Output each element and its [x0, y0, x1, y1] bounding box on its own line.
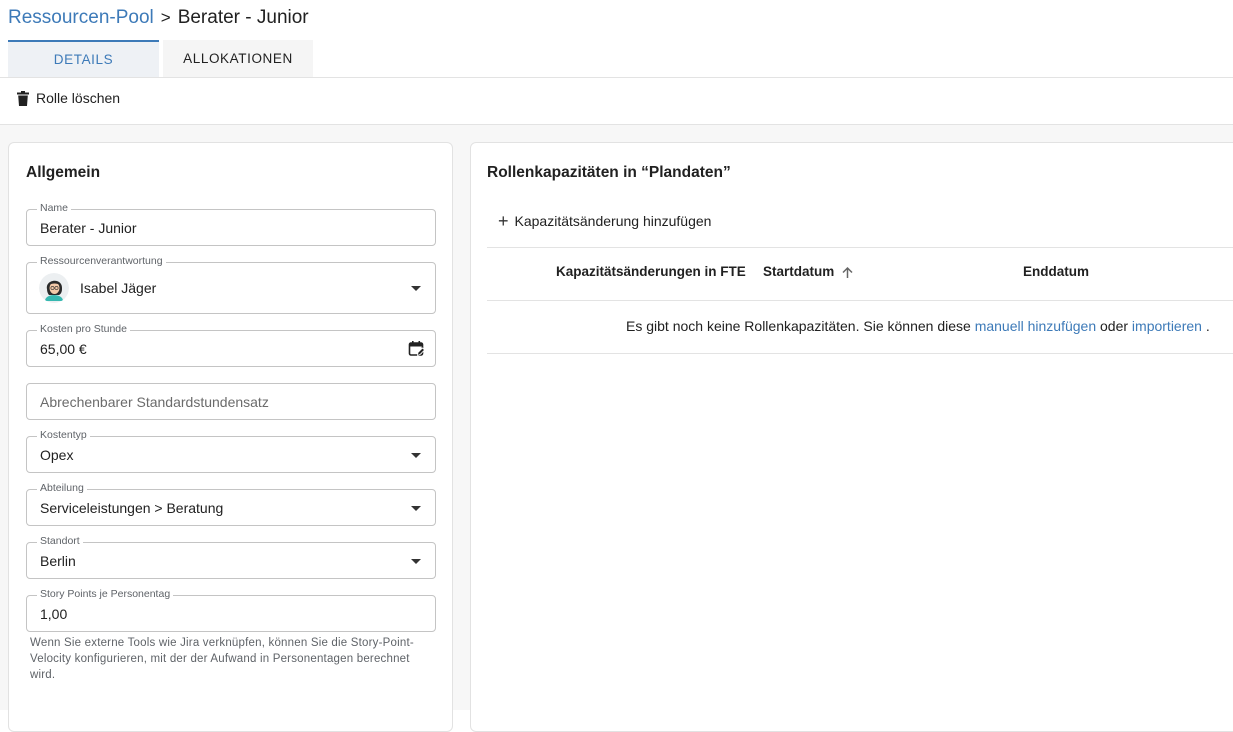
chevron-down-icon: [411, 559, 421, 564]
avatar: [39, 273, 69, 303]
manual-add-link[interactable]: manuell hinzufügen: [975, 318, 1096, 334]
capacities-card-title: Rollenkapazitäten in “Plandaten”: [487, 164, 731, 181]
department-select[interactable]: Abteilung Serviceleistungen > Beratung: [26, 482, 436, 526]
page-header: Ressourcen-Pool > Berater - Junior DETAI…: [0, 0, 1233, 125]
location-label: Standort: [37, 535, 83, 547]
add-capacity-change-label: Kapazitätsänderung hinzufügen: [514, 213, 712, 229]
breadcrumb-separator: >: [160, 8, 171, 27]
owner-select-value: Isabel Jäger: [80, 280, 157, 296]
cost-type-value: Opex: [40, 447, 74, 463]
calendar-edit-icon[interactable]: [408, 340, 425, 357]
department-label: Abteilung: [37, 482, 87, 494]
story-points-field[interactable]: Story Points je Personentag 1,00: [26, 588, 436, 632]
name-field-value: Berater - Junior: [40, 220, 137, 236]
breadcrumb-parent-link[interactable]: Ressourcen-Pool: [8, 7, 154, 29]
delete-role-button[interactable]: Rolle löschen: [16, 90, 120, 106]
cost-type-select[interactable]: Kostentyp Opex: [26, 429, 436, 473]
tab-divider: [0, 77, 1233, 78]
owner-select-label: Ressourcenverantwortung: [37, 255, 166, 267]
empty-state-period: .: [1205, 318, 1210, 334]
cost-per-hour-field[interactable]: Kosten pro Stunde 65,00 €: [26, 323, 436, 367]
empty-state-text: Es gibt noch keine Rollenkapazitäten. Si…: [626, 318, 971, 334]
column-header-fte[interactable]: Kapazitätsänderungen in FTE: [556, 264, 746, 279]
capacities-card: Rollenkapazitäten in “Plandaten” + Kapaz…: [470, 142, 1233, 732]
location-select[interactable]: Standort Berlin: [26, 535, 436, 579]
cost-per-hour-label: Kosten pro Stunde: [37, 323, 130, 335]
tab-bar: DETAILS ALLOKATIONEN: [8, 40, 313, 77]
breadcrumb-current: Berater - Junior: [177, 7, 309, 28]
billable-rate-field[interactable]: Abrechenbarer Standardstundensatz: [26, 383, 436, 420]
column-header-startdatum[interactable]: Startdatum: [763, 264, 834, 279]
empty-state-or: oder: [1100, 318, 1129, 334]
story-points-helper-text: Wenn Sie externe Tools wie Jira verknüpf…: [30, 637, 414, 681]
column-header-enddatum[interactable]: Enddatum: [1023, 264, 1089, 279]
chevron-down-icon: [411, 506, 421, 511]
name-field-label: Name: [37, 202, 72, 214]
department-value: Serviceleistungen > Beratung: [40, 500, 224, 516]
chevron-down-icon: [411, 286, 421, 291]
empty-state-message: Es gibt noch keine Rollenkapazitäten. Si…: [626, 318, 1210, 334]
tab-allokationen[interactable]: ALLOKATIONEN: [163, 40, 313, 77]
owner-select[interactable]: Ressourcenverantwortung Isabel Jäger: [26, 255, 436, 314]
cost-type-label: Kostentyp: [37, 429, 90, 441]
trash-icon: [17, 90, 29, 106]
table-bottom-divider: [487, 353, 1233, 354]
name-field[interactable]: Name Berater - Junior: [26, 202, 436, 246]
story-points-value: 1,00: [40, 606, 68, 622]
sort-ascending-icon[interactable]: [841, 266, 854, 279]
tab-details[interactable]: DETAILS: [8, 40, 159, 77]
delete-role-label: Rolle löschen: [36, 90, 121, 106]
table-top-divider: [487, 247, 1233, 248]
story-points-label: Story Points je Personentag: [37, 588, 174, 600]
location-value: Berlin: [40, 553, 76, 569]
general-card-title: Allgemein: [26, 164, 101, 181]
import-link[interactable]: importieren: [1132, 318, 1202, 334]
cost-per-hour-value: 65,00 €: [40, 341, 87, 357]
plus-icon: +: [498, 211, 509, 231]
billable-rate-placeholder: Abrechenbarer Standardstundensatz: [40, 394, 269, 410]
add-capacity-change-button[interactable]: + Kapazitätsänderung hinzufügen: [498, 211, 712, 231]
chevron-down-icon: [411, 453, 421, 458]
table-header-divider: [487, 300, 1233, 301]
breadcrumb: Ressourcen-Pool > Berater - Junior: [8, 7, 309, 29]
